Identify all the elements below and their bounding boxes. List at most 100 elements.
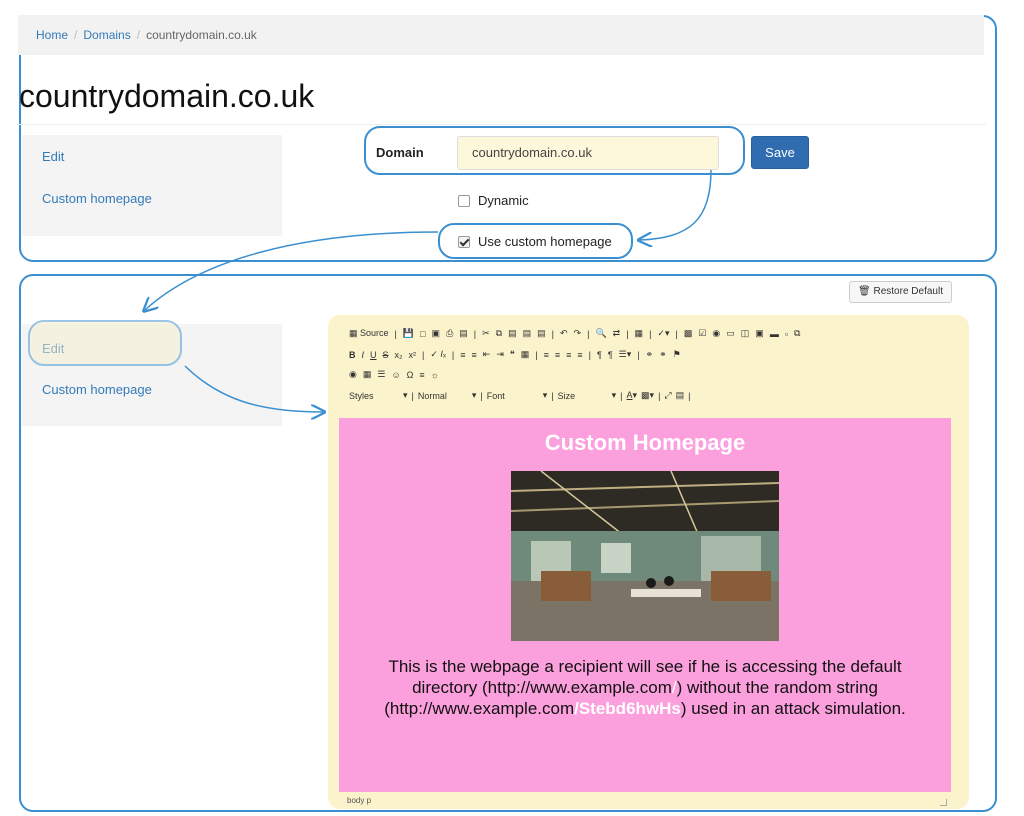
editor-content[interactable]: Custom Homepage This is the webpage a re… [339,418,951,792]
select-icon[interactable]: ▣ [755,328,764,339]
bg-color-icon[interactable]: ▩▾ [641,390,654,401]
checkbox-tool-icon[interactable]: ☑ [698,328,706,339]
undo-icon[interactable]: ↶ [560,328,568,339]
paste-word-icon[interactable]: ▤ [537,328,546,339]
format-select[interactable]: Normal [418,391,468,401]
content-heading: Custom Homepage [544,430,746,455]
replace-icon[interactable]: ⇄ [613,328,621,339]
ltr-icon[interactable]: ¶ [597,350,602,360]
toolbar-separator: | [587,328,590,339]
bold-button[interactable]: B [349,350,356,360]
cut-icon[interactable]: ✂ [482,328,490,339]
maximize-icon[interactable]: ⤢ [664,390,671,401]
font-select[interactable]: Font [487,391,539,401]
toolbar-separator: | [675,328,678,339]
text-color-icon[interactable]: A▾ [627,390,638,401]
toolbar-separator: | [473,328,477,339]
redo-icon[interactable]: ↷ [574,328,582,339]
toolbar-separator: | [480,390,483,401]
toolbar-row-1: ▦ Source | 💾 □ ▣ ⎙ ▤ | ✂ ⧉ ▤ ▤ ▤ | ↶ ↷ |… [349,328,800,339]
outdent-icon[interactable]: ⇤ [483,349,491,360]
rtl-icon[interactable]: ¶ [608,350,613,360]
toolbar-separator: | [626,328,629,339]
styles-select[interactable]: Styles [349,391,399,401]
div-icon[interactable]: ▦ [521,349,530,360]
arrow-checkbox-to-edit [145,231,439,310]
source-button[interactable]: ▦ Source [349,328,389,339]
page-break-icon[interactable]: ≡ [419,370,424,380]
flag-icon[interactable]: ⚑ [673,349,681,360]
textfield-icon[interactable]: ▭ [726,328,735,339]
random-string: /Stebd6hwHs [574,699,681,718]
element-path[interactable]: body p [347,796,371,805]
align-left-icon[interactable]: ≡ [544,350,549,360]
underline-button[interactable]: U [370,350,377,360]
iframe-icon[interactable]: ☼ [431,370,439,380]
special-char-button[interactable]: Ω [407,370,414,380]
chevron-down-icon: ▾ [471,390,477,400]
italic-button[interactable]: I [362,350,365,360]
remove-format-icon[interactable]: ✓ Iₓ [430,349,446,360]
toolbar-separator: | [394,328,397,339]
image-button-icon[interactable]: ▫ [785,329,788,339]
toolbar-separator: | [551,390,554,401]
chevron-down-icon: ▾ [611,390,617,400]
content-body: This is the webpage a recipient will see… [359,656,931,719]
indent-icon[interactable]: ⇥ [496,349,504,360]
toolbar-separator: | [658,390,661,401]
toolbar-separator: | [649,328,652,339]
language-icon[interactable]: ☰▾ [619,349,632,360]
blockquote-icon[interactable]: ❝ [510,349,515,360]
unlink-icon[interactable]: ⚭ [659,349,667,360]
smiley-icon[interactable]: ☺ [391,370,400,380]
toolbar-row-4: Styles ▾ | Normal ▾ | Font ▾ | Size ▾ | A▾ ▩▾ | … [349,390,690,401]
resize-grip-icon[interactable] [940,799,947,806]
superscript-button[interactable]: x² [409,350,417,360]
align-right-icon[interactable]: ≡ [566,350,571,360]
align-center-icon[interactable]: ≡ [555,350,560,360]
horizontal-line-icon[interactable]: ☰ [377,369,385,380]
new-page-icon[interactable]: □ [420,329,425,339]
justify-icon[interactable]: ≡ [577,350,582,360]
strike-button[interactable]: S [383,350,389,360]
toolbar-row-3: ◉ ▦ ☰ ☺ Ω ≡ ☼ [349,369,439,380]
body-text-3: ) used in an attack simulation. [680,699,906,718]
find-icon[interactable]: 🔍 [595,328,606,339]
toolbar-separator: | [422,349,425,360]
textarea-icon[interactable]: ◫ [741,328,750,339]
chevron-down-icon: ▾ [403,390,408,400]
copy-icon[interactable]: ⧉ [496,328,502,339]
toolbar-row-2: B I U S x₂ x² | ✓ Iₓ | ≡ ≡ ⇤ ⇥ ❝ ▦ | ≡ ≡… [349,349,681,360]
hidden-field-icon[interactable]: ⧉ [794,328,800,339]
toolbar-separator: | [411,390,414,401]
toolbar-separator: | [451,349,455,360]
select-all-icon[interactable]: ▦ [635,328,644,339]
link-icon[interactable]: ⚭ [646,349,654,360]
paste-icon[interactable]: ▤ [508,328,517,339]
templates-icon[interactable]: ▤ [459,328,468,339]
toolbar-separator: | [620,390,623,401]
preview-icon[interactable]: ▣ [432,328,441,339]
numbered-list-icon[interactable]: ≡ [460,350,465,360]
chevron-down-icon: ▾ [542,390,548,400]
save-icon[interactable]: 💾 [403,328,414,339]
office-photo [511,471,779,641]
toolbar-separator: | [551,328,554,339]
spellcheck-icon[interactable]: ✓▾ [657,328,669,339]
image-icon[interactable]: ◉ [349,369,357,380]
toolbar-separator: | [688,390,691,401]
size-select[interactable]: Size [558,391,608,401]
arrow-nav-to-editor [184,365,323,412]
toolbar-separator: | [535,349,538,360]
bulleted-list-icon[interactable]: ≡ [472,350,477,360]
print-icon[interactable]: ⎙ [446,328,453,339]
show-blocks-icon[interactable]: ▤ [676,390,685,401]
paste-text-icon[interactable]: ▤ [523,328,532,339]
office-photo-graphic [511,471,779,641]
radio-icon[interactable]: ◉ [712,328,720,339]
button-icon[interactable]: ▬ [770,329,779,339]
editor-status-bar: body p [339,793,951,809]
form-icon[interactable]: ▩ [684,328,693,339]
table-icon[interactable]: ▦ [363,369,372,380]
subscript-button[interactable]: x₂ [395,350,403,360]
